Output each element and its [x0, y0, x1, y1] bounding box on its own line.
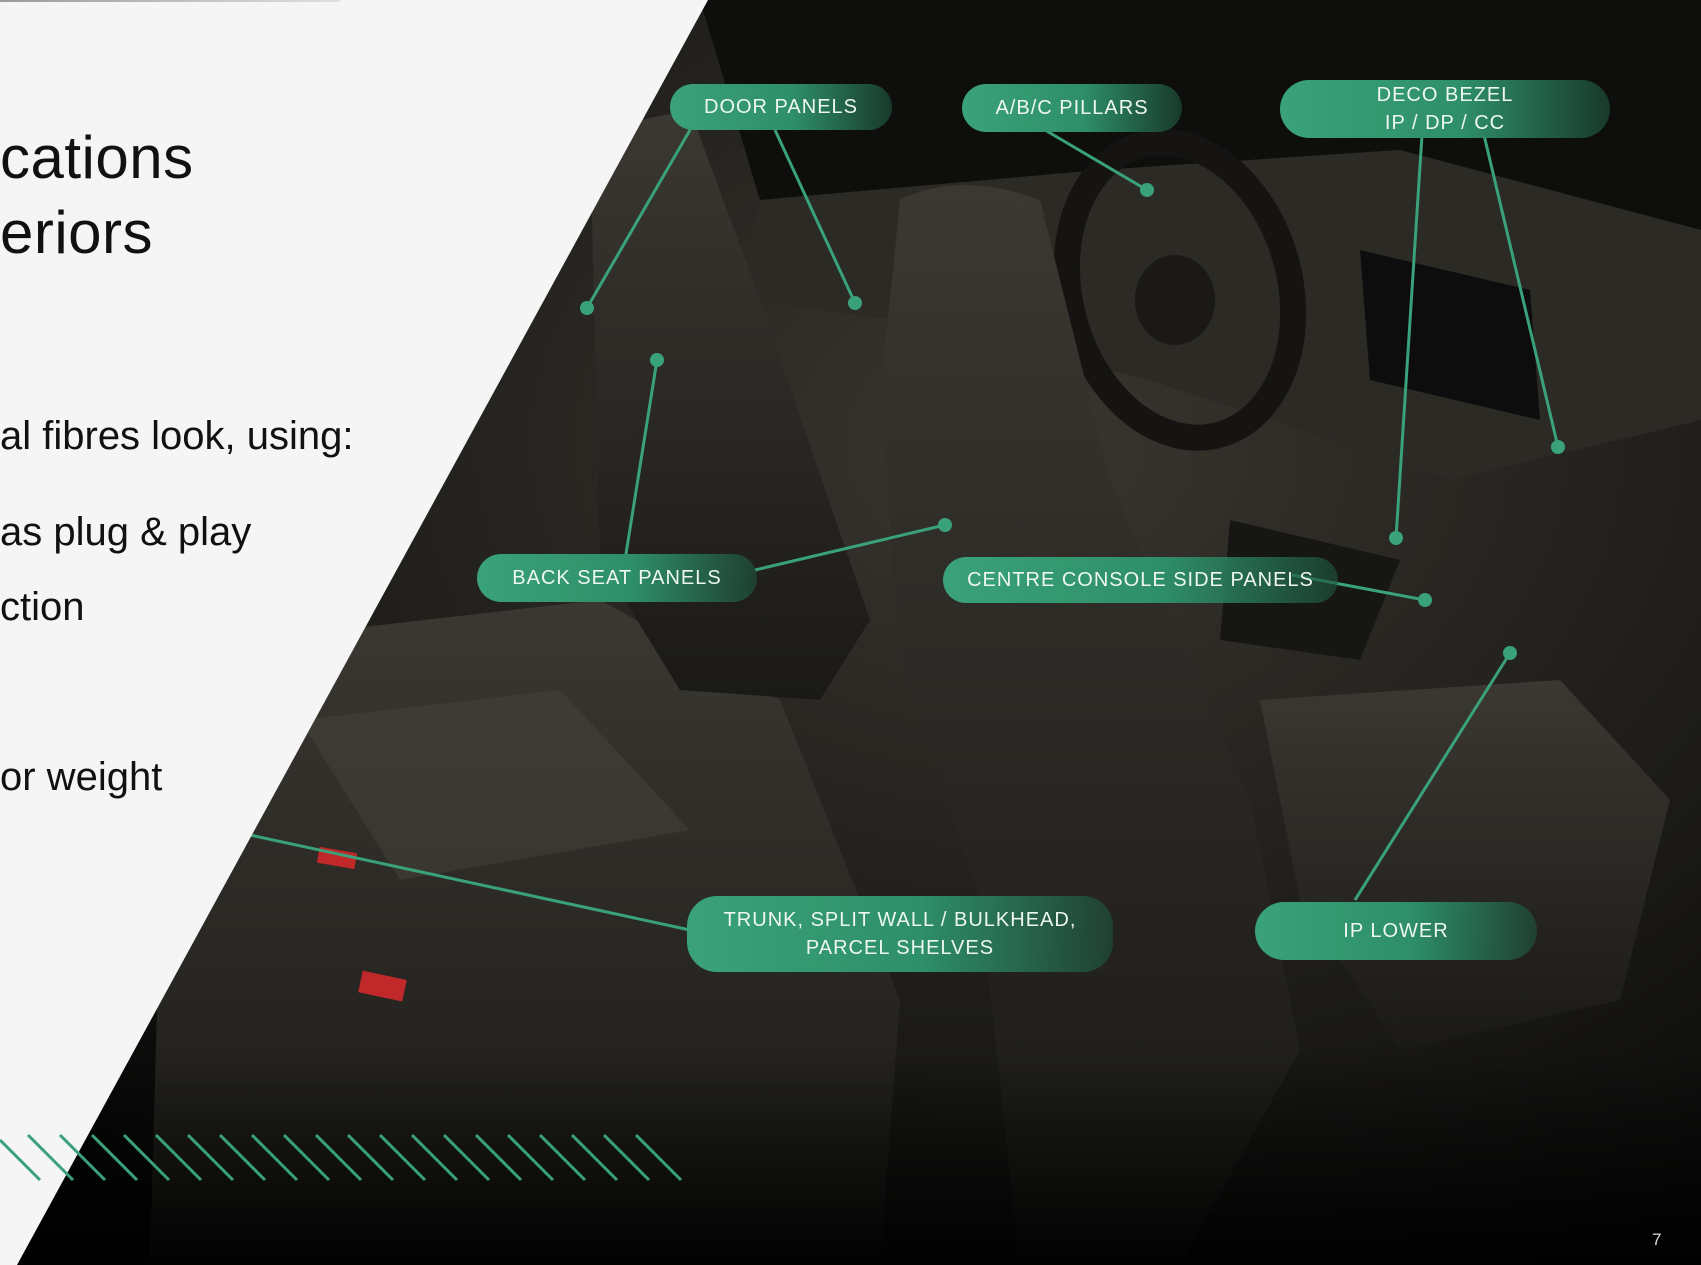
slide-title: cations eriors — [0, 120, 194, 270]
body-line-2: as plug & play — [0, 510, 252, 554]
label-pillars-text: A/B/C PILLARS — [995, 97, 1149, 119]
page-number: 7 — [1652, 1230, 1662, 1249]
label-ip-lower: IP LOWER — [1255, 902, 1537, 960]
hatch-decoration — [0, 1133, 683, 1182]
body-line-1: al fibres look, using: — [0, 414, 354, 458]
label-back-seat-panels: BACK SEAT PANELS — [477, 554, 757, 602]
label-door-panels-text: DOOR PANELS — [704, 96, 858, 118]
label-ip-lower-text: IP LOWER — [1343, 920, 1449, 942]
label-deco-bezel: DECO BEZEL IP / DP / CC — [1280, 80, 1610, 138]
body-line-4: or weight — [0, 755, 163, 799]
label-trunk-line1: TRUNK, SPLIT WALL / BULKHEAD, — [723, 909, 1077, 931]
label-pillars: A/B/C PILLARS — [962, 84, 1182, 132]
title-line-2: eriors — [0, 199, 154, 266]
label-trunk-line2: PARCEL SHELVES — [805, 937, 995, 959]
label-trunk: TRUNK, SPLIT WALL / BULKHEAD, PARCEL SHE… — [687, 896, 1113, 972]
text-panel — [0, 0, 708, 1265]
body-line-3: ction — [0, 585, 85, 629]
label-door-panels: DOOR PANELS — [670, 84, 892, 130]
slide: cations eriors al fibres look, using: as… — [0, 0, 1701, 1265]
label-deco-bezel-line1: DECO BEZEL — [1376, 84, 1514, 106]
label-deco-bezel-line2: IP / DP / CC — [1384, 112, 1506, 134]
label-centre-console-text: CENTRE CONSOLE SIDE PANELS — [967, 569, 1314, 591]
top-rule — [0, 0, 340, 2]
label-back-seat-panels-text: BACK SEAT PANELS — [512, 567, 722, 589]
label-centre-console: CENTRE CONSOLE SIDE PANELS — [943, 557, 1338, 603]
title-line-1: cations — [0, 124, 194, 191]
